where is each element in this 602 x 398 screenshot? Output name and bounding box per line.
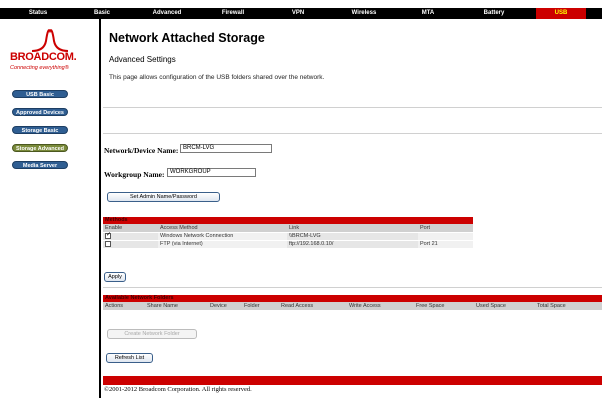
sidebar-item-media-server[interactable]: Media Server [12, 161, 68, 169]
divider [103, 107, 602, 108]
column-header: Total Space [535, 302, 602, 311]
column-header: Access Method [158, 224, 287, 233]
logo-wordmark: BROADCOM. [10, 51, 77, 63]
folders-table: Actions Share Name Device Folder Read Ac… [103, 302, 602, 311]
top-navigation-bar: Status Basic Advanced Firewall VPN Wirel… [0, 8, 602, 19]
device-name-input[interactable]: BRCM-LVG [180, 144, 272, 153]
column-header: Enable [103, 224, 158, 233]
page-title: Network Attached Storage [109, 31, 265, 45]
enable-cell [103, 231, 158, 241]
page-description: This page allows configuration of the US… [109, 74, 325, 81]
device-name-label: Network/Device Name: [104, 146, 179, 155]
enable-windows-checkbox[interactable] [105, 231, 111, 239]
divider [103, 287, 602, 288]
sidebar-item-approved-devices[interactable]: Approved Devices [12, 108, 68, 116]
column-header: Write Access [347, 302, 414, 311]
column-header: Device [208, 302, 242, 311]
method-cell: FTP (via Internet) [158, 240, 287, 249]
link-cell: \\BRCM-LVG [287, 232, 418, 241]
logo-tagline: Connecting everything® [10, 65, 69, 71]
method-cell: Windows Network Connection [158, 232, 287, 241]
methods-header-bar: Methods [103, 217, 473, 224]
table-row: Windows Network Connection \\BRCM-LVG [103, 231, 473, 241]
column-header: Folder [242, 302, 279, 311]
methods-table: Enable Access Method Link Port Windows N… [103, 224, 473, 249]
sidebar-item-storage-basic[interactable]: Storage Basic [12, 126, 68, 134]
table-row: FTP (via Internet) ftp://192.168.0.10/ P… [103, 240, 473, 249]
nav-vpn[interactable]: VPN [292, 8, 304, 19]
column-header: Link [287, 224, 418, 233]
column-header: Share Name [145, 302, 208, 311]
nav-wireless[interactable]: Wireless [352, 8, 377, 19]
broadcom-logo: BROADCOM. Connecting everything® [8, 29, 96, 89]
column-header: Free Space [414, 302, 474, 311]
workgroup-name-input[interactable]: WORKGROUP [167, 168, 256, 177]
column-header: Port [418, 224, 473, 233]
sidebar: BROADCOM. Connecting everything® USB Bas… [0, 19, 101, 398]
folders-header-bar: Available Network Folders [103, 295, 602, 302]
nav-firewall[interactable]: Firewall [222, 8, 244, 19]
nav-usb[interactable]: USB [536, 8, 586, 19]
link-cell: ftp://192.168.0.10/ [287, 240, 418, 249]
footer-bar [103, 376, 602, 385]
nav-status[interactable]: Status [29, 8, 47, 19]
divider [103, 133, 602, 134]
sidebar-item-usb-basic[interactable]: USB Basic [12, 90, 68, 98]
enable-cell [103, 240, 158, 249]
set-admin-button[interactable]: Set Admin Name/Password [107, 192, 220, 202]
port-cell [418, 232, 473, 241]
nav-battery[interactable]: Battery [484, 8, 505, 19]
table-header-row: Actions Share Name Device Folder Read Ac… [103, 302, 602, 311]
table-header-row: Enable Access Method Link Port [103, 224, 473, 233]
column-header: Used Space [474, 302, 535, 311]
sidebar-item-storage-advanced[interactable]: Storage Advanced [12, 144, 68, 152]
workgroup-name-label: Workgroup Name: [104, 170, 165, 179]
nav-basic[interactable]: Basic [94, 8, 110, 19]
main-content: Network Attached Storage Advanced Settin… [103, 19, 602, 398]
broadcom-pulse-icon [31, 29, 69, 52]
refresh-list-button[interactable]: Refresh List [106, 353, 153, 363]
port-cell: Port 21 [418, 240, 473, 249]
column-header: Read Access [279, 302, 347, 311]
nav-mta[interactable]: MTA [422, 8, 435, 19]
create-network-folder-button[interactable]: Create Network Folder [107, 329, 197, 339]
nav-advanced[interactable]: Advanced [153, 8, 182, 19]
enable-ftp-checkbox[interactable] [105, 240, 111, 247]
copyright-text: ©2001-2012 Broadcom Corporation. All rig… [104, 386, 252, 393]
column-header: Actions [103, 302, 145, 311]
page-subtitle: Advanced Settings [109, 55, 176, 64]
apply-button[interactable]: Apply [104, 272, 126, 282]
